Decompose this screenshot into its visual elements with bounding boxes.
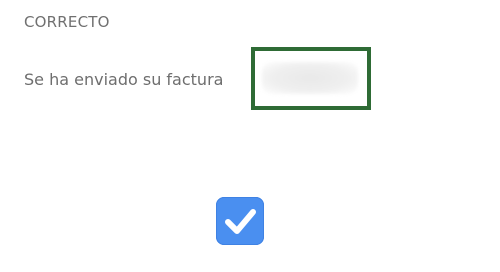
dialog-message: Se ha enviado su factura xyxy=(24,70,224,89)
confirm-checkbox[interactable] xyxy=(216,197,264,245)
confirmation-dialog: CORRECTO Se ha enviado su factura xyxy=(0,0,500,272)
highlight-box xyxy=(251,47,371,110)
checkmark-icon xyxy=(225,209,256,234)
dialog-title: CORRECTO xyxy=(24,13,110,31)
